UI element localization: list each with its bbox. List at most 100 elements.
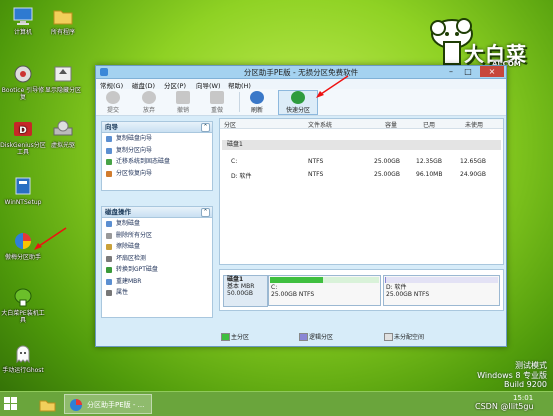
taskbar: 分区助手PE版 - ... 15:01 CSDN @Ilit5gu: [0, 391, 553, 416]
desktop-icon-label: 虚拟光驱: [50, 142, 75, 149]
minimize-button[interactable]: –: [443, 66, 459, 77]
commit-icon: [106, 91, 120, 104]
quick-partition-icon: [291, 91, 305, 104]
desktop-icon-partition-toggle[interactable]: 显示隐藏分区: [40, 63, 86, 94]
wizard-panel: 向导 ^ 复制磁盘向导 复制分区向导 迁移系统到固态磁盘 分区恢复向导: [101, 121, 213, 191]
annotation-arrow-quick-partition: [316, 75, 349, 98]
redo-icon: [210, 91, 224, 104]
disk-op-bad-sector-check[interactable]: 坏扇区检测: [102, 253, 212, 265]
disk-size: 50.00GB: [227, 290, 253, 297]
aomei-partition-icon: [70, 399, 82, 411]
ghost-icon: [12, 343, 34, 365]
taskbar-app-partition-assistant[interactable]: 分区助手PE版 - ...: [64, 394, 152, 414]
disk-operations-panel: 磁盘操作 ^ 复制磁盘 删除所有分区 擦除磁盘 坏扇区检测 转换到GPT磁盘 重建…: [101, 206, 213, 318]
wizard-item-copy-disk[interactable]: 复制磁盘向导: [102, 133, 212, 145]
disk-op-delete-all-partitions[interactable]: 删除所有分区: [102, 230, 212, 242]
disk-op-properties[interactable]: 属性: [102, 287, 212, 299]
bad-sector-icon: [106, 255, 112, 262]
desktop-icon-virtual-drive[interactable]: 虚拟光驱: [40, 118, 86, 149]
legend-unallocated: 未分配空间: [394, 334, 425, 341]
disk-op-copy-disk[interactable]: 复制磁盘: [102, 218, 212, 230]
desktop-icon-all-programs[interactable]: 所有程序: [40, 5, 86, 36]
annotation-arrow-desktop: [34, 227, 67, 250]
partition-recovery-icon: [106, 170, 112, 177]
undo-button[interactable]: 撤销: [168, 91, 198, 114]
desktop-icon-label: WinNTSetup: [4, 199, 42, 206]
toolbar: 提交 放弃 撤销 重做 刷新 快速分区: [96, 89, 506, 116]
desktop-icon-dabaicai-installer[interactable]: 大白菜PE装机工具: [0, 286, 46, 324]
properties-icon: [106, 290, 112, 296]
legend: 主分区 逻辑分区 未分配空间: [219, 330, 502, 342]
collapse-icon[interactable]: ^: [201, 208, 210, 217]
col-partition[interactable]: 分区: [224, 120, 236, 129]
collapse-icon[interactable]: ^: [201, 123, 210, 132]
redo-button[interactable]: 重做: [202, 91, 232, 114]
legend-logical: 逻辑分区: [309, 334, 334, 341]
computer-icon: [12, 5, 34, 27]
desktop-icon-label: 显示隐藏分区: [44, 87, 81, 94]
desktop-icon-label: 手动运行Ghost: [2, 367, 44, 374]
disk-name: 磁盘1: [227, 276, 244, 283]
usage-bar: [270, 277, 379, 283]
disk-map-partition-c[interactable]: C: 25.00GB NTFS: [268, 275, 381, 306]
partition-table: 分区 文件系统 容量 已用 未使用 磁盘1 C: NTFS 25.00GB 12…: [219, 118, 504, 265]
refresh-button[interactable]: 刷新: [242, 91, 272, 114]
csdn-watermark: CSDN @Ilit5gu: [475, 402, 534, 411]
legend-swatch-unallocated: [384, 333, 393, 341]
title-bar[interactable]: 分区助手PE版 - 无损分区免费软件 – □ ×: [96, 66, 506, 79]
legend-primary: 主分区: [231, 334, 250, 341]
legend-swatch-primary: [221, 333, 230, 341]
table-row[interactable]: D: 软件 NTFS 25.00GB 96.10MB 24.90GB: [220, 170, 503, 180]
disk-map-partition-d[interactable]: D: 软件 25.00GB NTFS: [383, 275, 500, 306]
wizard-item-copy-partition[interactable]: 复制分区向导: [102, 145, 212, 157]
windows-start-icon[interactable]: [4, 397, 18, 411]
col-free[interactable]: 未使用: [465, 120, 483, 129]
table-header: 分区 文件系统 容量 已用 未使用: [220, 119, 503, 129]
delete-icon: [106, 232, 112, 239]
maximize-button[interactable]: □: [460, 66, 476, 77]
commit-button[interactable]: 提交: [98, 91, 128, 114]
col-filesystem[interactable]: 文件系统: [308, 120, 332, 129]
disk-op-wipe-disk[interactable]: 擦除磁盘: [102, 241, 212, 253]
wizard-item-migrate-os[interactable]: 迁移系统到固态磁盘: [102, 156, 212, 168]
close-button[interactable]: ×: [480, 66, 504, 77]
convert-icon: [106, 267, 112, 273]
file-explorer-icon[interactable]: [38, 394, 56, 414]
svg-text:D: D: [19, 126, 26, 136]
refresh-icon: [250, 91, 264, 104]
legend-swatch-logical: [299, 333, 308, 341]
clock[interactable]: 15:01: [513, 394, 533, 402]
disk-op-rebuild-mbr[interactable]: 重建MBR: [102, 276, 212, 288]
disk-map-disk[interactable]: 磁盘1 基本 MBR 50.00GB: [223, 275, 268, 307]
desktop-icon-label: 所有程序: [50, 29, 75, 36]
folder-icon: [52, 5, 74, 27]
desktop-icon-winntsetup[interactable]: WinNTSetup: [0, 175, 46, 206]
discard-icon: [142, 91, 156, 104]
table-row[interactable]: C: NTFS 25.00GB 12.35GB 12.65GB: [220, 157, 503, 167]
disk-group-row[interactable]: 磁盘1: [222, 140, 501, 150]
disk-map: 磁盘1 基本 MBR 50.00GB C: 25.00GB NTFS D: 软件…: [219, 269, 504, 311]
disk-type: 基本 MBR: [227, 283, 255, 290]
desktop-icon-ghost[interactable]: 手动运行Ghost: [0, 343, 46, 374]
mbr-icon: [106, 278, 112, 285]
wipe-icon: [106, 244, 112, 250]
col-capacity[interactable]: 容量: [385, 120, 397, 129]
wizard-item-partition-recovery[interactable]: 分区恢复向导: [102, 168, 212, 180]
virtual-drive-icon: [52, 118, 74, 140]
copy-disk-icon: [106, 221, 112, 227]
diskgenius-icon: D: [12, 118, 34, 140]
disk-op-convert-gpt[interactable]: 转换到GPT磁盘: [102, 264, 212, 276]
migrate-os-icon: [106, 159, 112, 165]
toolbar-separator: [239, 92, 240, 112]
col-used[interactable]: 已用: [423, 120, 435, 129]
copy-partition-icon: [106, 147, 112, 154]
desktop-icon-label: 大白菜PE装机工具: [1, 310, 45, 324]
usage-bar: [385, 277, 498, 283]
undo-icon: [176, 91, 190, 104]
desktop-icon-label: 傲梅分区助手: [4, 254, 41, 261]
build-watermark: Build 9200: [504, 380, 547, 389]
menu-bar: 常规(G) 磁盘(D) 分区(P) 向导(W) 帮助(H): [96, 79, 506, 90]
wizard-panel-header[interactable]: 向导 ^: [102, 122, 212, 133]
discard-button[interactable]: 放弃: [134, 91, 164, 114]
disk-operations-header[interactable]: 磁盘操作 ^: [102, 207, 212, 218]
